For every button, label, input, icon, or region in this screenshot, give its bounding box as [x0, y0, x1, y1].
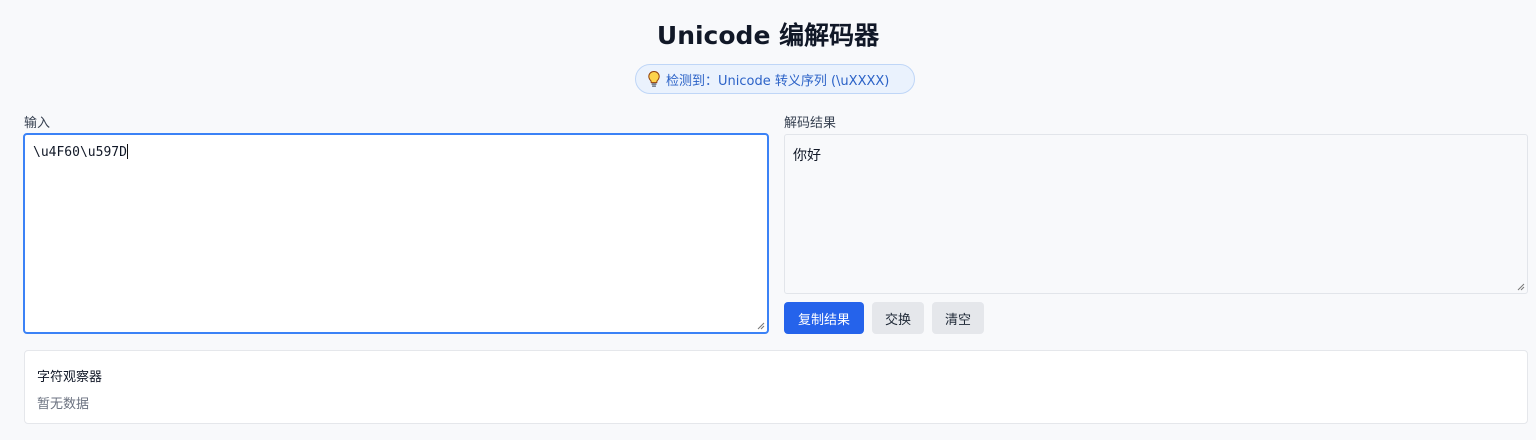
- character-inspector-panel: 字符观察器 暂无数据: [24, 350, 1528, 424]
- input-value: \u4F60\u597D: [33, 145, 127, 160]
- swap-button[interactable]: 交换: [872, 302, 924, 334]
- detection-text: 检测到：Unicode 转义序列 (\uXXXX): [666, 73, 890, 89]
- input-textarea[interactable]: \u4F60\u597D: [23, 133, 769, 334]
- copy-result-button[interactable]: 复制结果: [784, 302, 864, 334]
- input-label: 输入: [24, 116, 51, 131]
- output-value: 你好: [793, 148, 821, 164]
- detection-badge: 检测到：Unicode 转义序列 (\uXXXX): [635, 64, 915, 94]
- clear-button[interactable]: 清空: [932, 302, 984, 334]
- inspector-title: 字符观察器: [37, 370, 103, 385]
- output-textarea[interactable]: 你好: [784, 134, 1528, 294]
- page-title: Unicode 编解码器: [656, 21, 880, 50]
- inspector-empty-text: 暂无数据: [37, 397, 90, 412]
- output-label: 解码结果: [784, 116, 837, 131]
- resize-grip-icon[interactable]: [1516, 282, 1525, 291]
- text-cursor: [126, 144, 128, 159]
- resize-grip-icon[interactable]: [756, 321, 765, 330]
- lightbulb-icon: [648, 70, 660, 87]
